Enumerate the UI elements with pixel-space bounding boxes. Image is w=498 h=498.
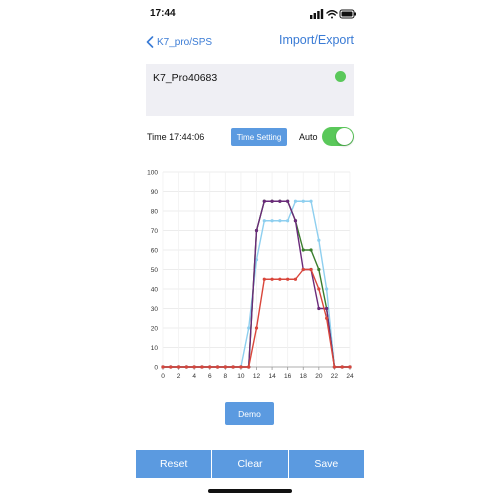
current-time: Time 17:44:06	[147, 132, 205, 142]
status-time: 17:44	[150, 8, 176, 19]
series-3-point	[270, 199, 274, 203]
back-label: K7_pro/SPS	[157, 36, 213, 48]
x-tick-label: 8	[224, 373, 228, 380]
series-4-point	[200, 365, 204, 369]
series-4-point	[239, 365, 243, 369]
x-tick-label: 18	[300, 373, 308, 380]
y-tick-label: 40	[151, 287, 159, 294]
nav-bar: K7_pro/SPS Import/Export	[136, 28, 364, 54]
back-button[interactable]: K7_pro/SPS	[146, 34, 212, 50]
series-3-point	[317, 306, 321, 311]
y-tick-label: 80	[151, 209, 159, 216]
series-3-point	[293, 219, 298, 223]
series-3-point	[262, 199, 266, 203]
series-4-point	[278, 277, 282, 281]
series-1-point	[293, 199, 298, 203]
series-4-point	[262, 277, 266, 281]
series-4-point	[192, 365, 196, 369]
series-2-point	[309, 248, 313, 252]
series-4-point	[208, 365, 212, 369]
series-4-point	[309, 267, 313, 272]
series-4-point	[317, 287, 321, 291]
x-tick-label: 20	[315, 373, 323, 380]
auto-toggle[interactable]	[322, 127, 354, 146]
y-tick-label: 90	[151, 189, 159, 196]
x-tick-label: 12	[253, 373, 261, 380]
series-4-point	[231, 365, 235, 369]
series-1-point	[301, 199, 305, 203]
series-4-point	[293, 277, 298, 281]
time-row: Time 17:44:06 Time Setting Auto	[136, 126, 364, 148]
series-1-point	[247, 326, 251, 330]
x-tick-label: 22	[331, 373, 339, 380]
import-export-link[interactable]: Import/Export	[279, 33, 354, 47]
series-4-point	[254, 326, 259, 330]
chevron-left-icon	[146, 36, 154, 48]
series-4-point	[184, 365, 188, 369]
signal-icon	[310, 9, 324, 19]
time-setting-button[interactable]: Time Setting	[231, 128, 287, 146]
demo-button[interactable]: Demo	[225, 402, 274, 425]
series-4-point	[286, 277, 290, 281]
x-tick-label: 2	[177, 373, 181, 380]
wifi-icon	[326, 10, 338, 19]
series-4-point	[325, 316, 329, 320]
series-4-point	[301, 267, 305, 272]
series-1-point	[317, 238, 321, 242]
series-4-point	[161, 365, 165, 369]
x-tick-label: 10	[237, 373, 245, 380]
home-indicator	[208, 489, 292, 493]
series-4-point	[215, 365, 220, 369]
series-3-point	[286, 199, 290, 203]
device-name: K7_Pro40683	[153, 72, 218, 84]
auto-label: Auto	[299, 132, 318, 142]
battery-icon	[339, 9, 356, 19]
series-4-point	[340, 365, 344, 369]
series-4-point	[169, 365, 173, 369]
app-screen: 17:44 K7_pro/SPS Import/Export K7_Pro406…	[136, 0, 364, 498]
series-1-point	[262, 219, 266, 223]
schedule-chart: 01020304050607080901000 2 4 6 8 10 12 14 16 18 20 2…	[147, 170, 354, 381]
series-4-point	[348, 365, 352, 369]
bottom-action-bar: Reset Clear Save	[136, 450, 364, 478]
series-4-point	[176, 365, 181, 369]
y-tick-label: 70	[151, 228, 159, 235]
series-3-point	[325, 306, 329, 311]
y-tick-label: 60	[151, 248, 159, 255]
y-tick-label: 100	[147, 170, 158, 177]
series-2-point	[317, 267, 321, 272]
clear-button[interactable]: Clear	[212, 450, 289, 478]
device-status-indicator	[335, 71, 346, 82]
series-3-point	[254, 228, 259, 233]
series-3-point	[278, 199, 282, 203]
reset-button[interactable]: Reset	[136, 450, 213, 478]
series-4-point	[270, 277, 274, 281]
toggle-knob	[336, 128, 353, 145]
x-tick-label: 6	[208, 373, 212, 380]
series-1-point	[325, 287, 329, 291]
y-tick-label: 20	[151, 326, 159, 333]
status-bar: 17:44	[136, 0, 364, 28]
x-tick-label: 0	[161, 373, 165, 380]
x-tick-label: 14	[268, 373, 276, 380]
status-icons	[310, 9, 356, 19]
series-4-point	[223, 365, 227, 369]
series-1-point	[278, 219, 282, 223]
y-tick-label: 0	[154, 365, 158, 372]
y-tick-label: 50	[151, 267, 159, 274]
x-tick-label: 4	[192, 373, 196, 380]
series-1-point	[309, 199, 313, 203]
y-tick-label: 30	[151, 306, 159, 313]
device-card[interactable]: K7_Pro40683	[146, 64, 354, 116]
x-tick-label: 24	[346, 373, 354, 380]
x-tick-label: 16	[284, 373, 292, 380]
y-tick-label: 10	[151, 345, 159, 352]
series-4-point	[247, 365, 251, 369]
series-2-point	[301, 248, 305, 252]
series-1-point	[286, 219, 290, 223]
series-1-point	[270, 219, 274, 223]
save-button[interactable]: Save	[289, 450, 364, 478]
series-4-point	[332, 365, 337, 369]
